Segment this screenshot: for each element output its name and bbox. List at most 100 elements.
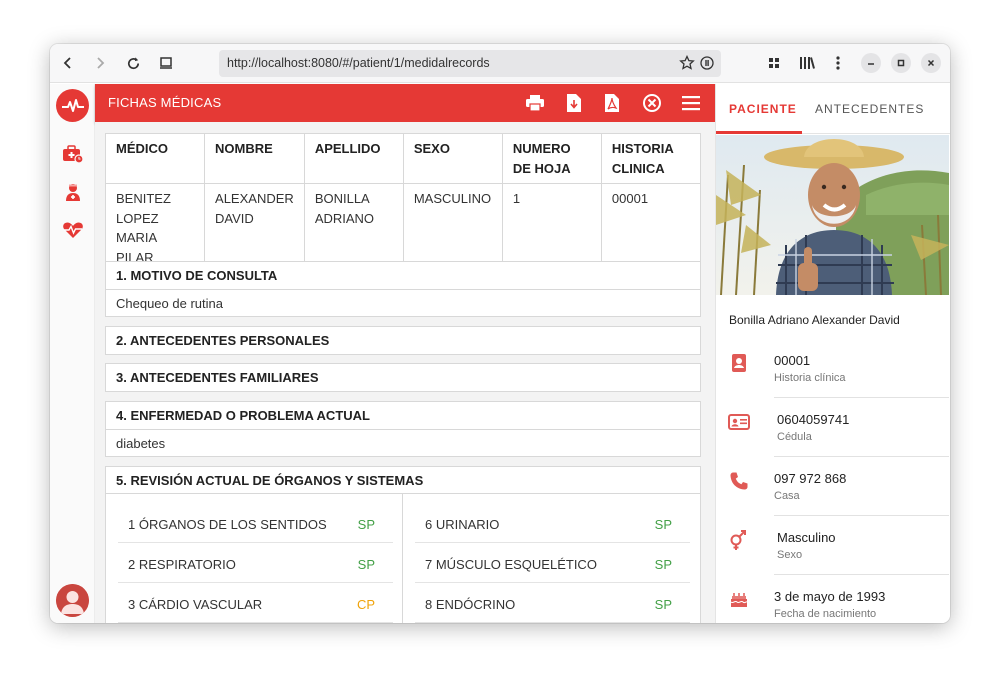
section-title: 1. MOTIVO DE CONSULTA — [116, 268, 278, 283]
user-avatar[interactable] — [56, 584, 89, 617]
table-cell: 00001 — [600, 183, 702, 273]
phone-icon — [728, 470, 750, 492]
info-value: 3 de mayo de 1993 — [774, 589, 886, 604]
menu-kebab-icon[interactable] — [827, 52, 849, 74]
info-telefono: 097 972 868 Casa — [716, 457, 949, 516]
page-title: FICHAS MÉDICAS — [108, 95, 222, 110]
site-info-icon[interactable] — [699, 55, 715, 76]
gender-icon — [728, 529, 750, 551]
info-historia-clinica: 00001 Historia clínica — [716, 339, 949, 398]
list-item: 1 ÓRGANOS DE LOS SENTIDOS SP — [118, 503, 393, 543]
organ-label: 3 CÁRDIO VASCULAR — [128, 597, 263, 612]
tab-paciente[interactable]: PACIENTE — [729, 102, 797, 116]
app-sidebar — [50, 84, 95, 623]
record-summary-table: MÉDICO NOMBRE APELLIDO SEXO NUMERO DE HO… — [104, 133, 702, 273]
back-icon[interactable] — [56, 51, 80, 75]
tab-antecedentes[interactable]: ANTECEDENTES — [815, 102, 924, 116]
organ-label: 8 ENDÓCRINO — [425, 597, 516, 612]
heart-pulse-icon[interactable] — [61, 218, 85, 242]
reload-icon[interactable] — [121, 51, 145, 75]
info-label: Sexo — [777, 549, 803, 561]
list-item: 6 URINARIO SP — [415, 503, 690, 543]
organ-status: SP — [357, 517, 375, 532]
info-label: Historia clínica — [774, 372, 846, 384]
organ-status: SP — [357, 557, 375, 572]
cancel-circle-icon[interactable] — [640, 91, 664, 115]
section-title: 4. ENFERMEDAD O PROBLEMA ACTUAL — [116, 408, 370, 423]
reader-mode-icon[interactable] — [154, 51, 178, 75]
column-header: HISTORIA CLINICA — [600, 133, 702, 184]
active-tab-indicator — [716, 131, 802, 134]
organ-status: CP — [356, 597, 375, 612]
close-window-icon[interactable] — [921, 53, 941, 73]
medical-record-content: MÉDICO NOMBRE APELLIDO SEXO NUMERO DE HO… — [95, 122, 715, 623]
patient-panel: PACIENTE ANTECEDENTES Bonilla Adriano Al… — [715, 84, 950, 623]
review-column-right: 6 URINARIO SP 7 MÚSCULO ESQUELÉTICO SP 8… — [403, 494, 700, 623]
section-motivo-consulta: 1. MOTIVO DE CONSULTA Chequeo de rutina — [105, 261, 701, 317]
section-antecedentes-personales[interactable]: 2. ANTECEDENTES PERSONALES — [105, 326, 701, 355]
app-logo-heartbeat-icon[interactable] — [56, 89, 89, 122]
section-title: 3. ANTECEDENTES FAMILIARES — [116, 370, 319, 385]
section-enfermedad-actual: 4. ENFERMEDAD O PROBLEMA ACTUAL diabetes — [105, 401, 701, 457]
forward-icon[interactable] — [88, 51, 112, 75]
maximize-icon[interactable] — [891, 53, 911, 73]
hamburger-menu-icon[interactable] — [679, 91, 703, 115]
section-body: Chequeo de rutina — [106, 289, 700, 316]
column-header: NOMBRE — [204, 133, 305, 184]
table-cell: MASCULINO — [402, 183, 503, 273]
bookmark-star-icon[interactable] — [679, 54, 695, 76]
browser-window: http://localhost:8080/#/patient/1/medida… — [50, 44, 950, 623]
library-icon[interactable] — [796, 52, 818, 74]
organ-label: 6 URINARIO — [425, 517, 500, 532]
organ-label: 1 ÓRGANOS DE LOS SENTIDOS — [128, 517, 327, 532]
info-value: 00001 — [774, 353, 811, 368]
url-text: http://localhost:8080/#/patient/1/medida… — [227, 56, 490, 70]
info-cedula: 0604059741 Cédula — [716, 398, 949, 457]
info-label: Fecha de nacimiento — [774, 608, 877, 620]
minimize-icon[interactable] — [861, 53, 881, 73]
review-column-left: 1 ÓRGANOS DE LOS SENTIDOS SP 2 RESPIRATO… — [106, 494, 403, 623]
organ-label: 7 MÚSCULO ESQUELÉTICO — [425, 557, 597, 572]
url-bar[interactable]: http://localhost:8080/#/patient/1/medida… — [219, 50, 721, 77]
browser-toolbar: http://localhost:8080/#/patient/1/medida… — [50, 44, 950, 83]
patient-photo — [716, 135, 949, 295]
table-row: BENITEZ LOPEZ MARIA PILAR ALEXANDER DAVI… — [104, 183, 702, 273]
table-cell: BENITEZ LOPEZ MARIA PILAR — [104, 183, 206, 273]
table-cell: ALEXANDER DAVID — [204, 183, 305, 273]
column-header: MÉDICO — [104, 133, 206, 184]
download-file-icon[interactable] — [562, 91, 586, 115]
panel-tabs: PACIENTE ANTECEDENTES — [716, 84, 950, 134]
table-header-row: MÉDICO NOMBRE APELLIDO SEXO NUMERO DE HO… — [104, 133, 702, 184]
section-body: diabetes — [106, 429, 700, 456]
birthday-cake-icon — [728, 588, 750, 610]
medical-briefcase-icon[interactable] — [61, 142, 85, 166]
section-antecedentes-familiares[interactable]: 3. ANTECEDENTES FAMILIARES — [105, 363, 701, 392]
info-value: Masculino — [777, 530, 836, 545]
info-sexo: Masculino Sexo — [716, 516, 949, 575]
info-fecha-nacimiento: 3 de mayo de 1993 Fecha de nacimiento — [716, 575, 949, 623]
info-label: Cédula — [777, 431, 812, 443]
doctor-icon[interactable] — [61, 180, 85, 204]
info-value: 0604059741 — [777, 412, 850, 427]
list-item: 8 ENDÓCRINO SP — [415, 583, 690, 623]
print-icon[interactable] — [523, 91, 547, 115]
extensions-icon[interactable] — [763, 52, 785, 74]
list-item: 7 MÚSCULO ESQUELÉTICO SP — [415, 543, 690, 583]
page-header: FICHAS MÉDICAS — [95, 84, 715, 122]
organ-status: SP — [654, 597, 672, 612]
pdf-icon[interactable] — [600, 91, 624, 115]
table-cell: 1 — [501, 183, 602, 273]
contact-card-icon — [728, 352, 750, 374]
organ-label: 2 RESPIRATORIO — [128, 557, 236, 572]
table-cell: BONILLA ADRIANO — [303, 183, 404, 273]
column-header: APELLIDO — [303, 133, 404, 184]
section-title: 5. REVISIÓN ACTUAL DE ÓRGANOS Y SISTEMAS — [106, 467, 700, 494]
id-card-icon — [728, 411, 750, 433]
patient-full-name: Bonilla Adriano Alexander David — [729, 313, 900, 327]
info-label: Casa — [774, 490, 800, 502]
organ-status: SP — [654, 557, 672, 572]
section-revision-organos: 5. REVISIÓN ACTUAL DE ÓRGANOS Y SISTEMAS… — [105, 466, 701, 623]
list-item: 3 CÁRDIO VASCULAR CP — [118, 583, 393, 623]
column-header: NUMERO DE HOJA — [501, 133, 602, 184]
info-value: 097 972 868 — [774, 471, 847, 486]
